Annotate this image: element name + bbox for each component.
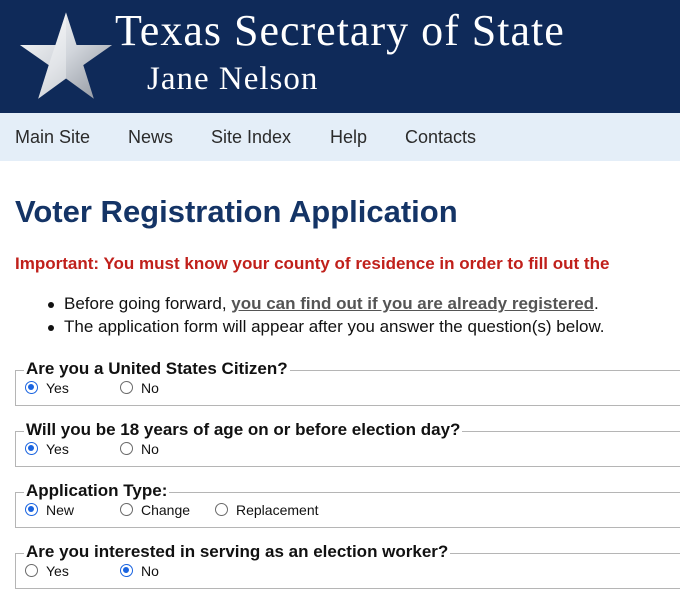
radio-label: Yes: [46, 380, 69, 396]
important-notice: Important: You must know your county of …: [15, 254, 610, 273]
info-list: Before going forward, you can find out i…: [46, 294, 605, 340]
application-type-fieldset: Application Type: New Change Replacement: [15, 481, 680, 528]
type-change-radio[interactable]: [120, 503, 133, 516]
nav-help[interactable]: Help: [330, 127, 367, 148]
list-item: Before going forward, you can find out i…: [46, 294, 605, 317]
age-question: Will you be 18 years of age on or before…: [24, 420, 463, 440]
nav-contacts[interactable]: Contacts: [405, 127, 476, 148]
star-icon: [19, 12, 113, 99]
election-worker-fieldset: Are you interested in serving as an elec…: [15, 542, 680, 589]
radio-label: Yes: [46, 563, 69, 579]
bullet2-text: The application form will appear after y…: [64, 317, 605, 336]
citizen-no-radio[interactable]: [120, 381, 133, 394]
radio-label: No: [141, 380, 159, 396]
worker-no-radio[interactable]: [120, 564, 133, 577]
type-replacement-radio[interactable]: [215, 503, 228, 516]
radio-label: No: [141, 441, 159, 457]
age-no-radio[interactable]: [120, 442, 133, 455]
application-type-question: Application Type:: [24, 481, 170, 501]
radio-label: Change: [141, 502, 191, 518]
nav-news[interactable]: News: [128, 127, 173, 148]
radio-label: New: [46, 502, 75, 518]
radio-label: No: [141, 563, 159, 579]
citizen-fieldset: Are you a United States Citizen? Yes No: [15, 359, 680, 406]
radio-label: Yes: [46, 441, 69, 457]
bullet1-suffix: .: [594, 294, 599, 313]
citizen-question: Are you a United States Citizen?: [24, 359, 290, 379]
site-title: Texas Secretary of State: [115, 6, 565, 55]
site-subtitle: Jane Nelson: [147, 61, 319, 97]
list-item: The application form will appear after y…: [46, 317, 605, 340]
radio-label: Replacement: [236, 502, 319, 518]
check-registration-link[interactable]: you can find out if you are already regi…: [231, 294, 594, 313]
nav-site-index[interactable]: Site Index: [211, 127, 291, 148]
worker-yes-radio[interactable]: [25, 564, 38, 577]
top-nav: Main Site News Site Index Help Contacts: [0, 113, 680, 161]
age-yes-radio[interactable]: [25, 442, 38, 455]
citizen-yes-radio[interactable]: [25, 381, 38, 394]
site-header: Texas Secretary of State Jane Nelson: [0, 0, 680, 113]
age-fieldset: Will you be 18 years of age on or before…: [15, 420, 680, 467]
bullet1-prefix: Before going forward,: [64, 294, 232, 313]
type-new-radio[interactable]: [25, 503, 38, 516]
election-worker-question: Are you interested in serving as an elec…: [24, 542, 451, 562]
page-title: Voter Registration Application: [15, 194, 458, 229]
nav-main-site[interactable]: Main Site: [15, 127, 90, 148]
